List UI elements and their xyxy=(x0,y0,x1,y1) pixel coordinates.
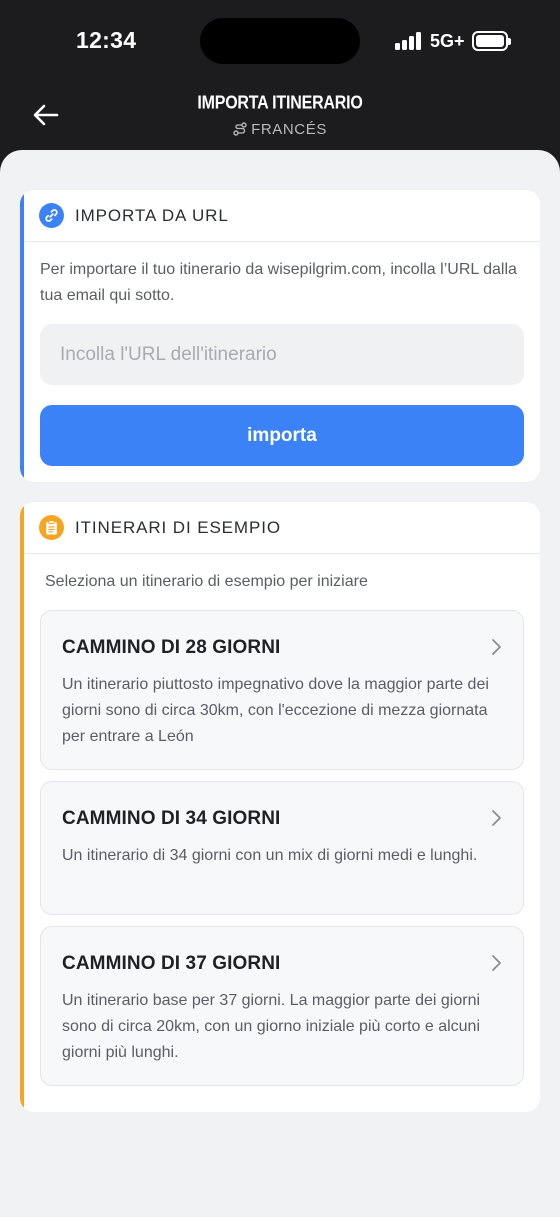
status-time: 12:34 xyxy=(76,27,137,53)
example-itinerary-34[interactable]: CAMMINO DI 34 GIORNI Un itinerario di 34… xyxy=(40,781,524,915)
card-title: ITINERARI DI ESEMPIO xyxy=(75,517,281,537)
battery-icon xyxy=(472,31,511,51)
card-header: ITINERARI DI ESEMPIO xyxy=(20,502,540,554)
nav-header: IMPORTA ITINERARIO FRANCÉS xyxy=(0,84,560,150)
itinerary-description: Un itinerario di 34 giorni con un mix di… xyxy=(62,847,478,864)
import-url-card: IMPORTA DA URL Per importare il tuo itin… xyxy=(20,190,540,482)
page-subtitle: FRANCÉS xyxy=(0,121,560,138)
signal-icon xyxy=(395,32,423,50)
card-accent-bar xyxy=(20,502,24,1112)
chevron-right-icon xyxy=(492,810,501,826)
import-instructions: Per importare il tuo itinerario da wisep… xyxy=(40,261,517,304)
card-title: IMPORTA DA URL xyxy=(75,205,229,225)
itinerary-title: CAMMINO DI 37 GIORNI xyxy=(62,953,281,974)
example-itineraries-card: ITINERARI DI ESEMPIO Seleziona un itiner… xyxy=(20,502,540,1112)
itinerary-description: Un itinerario base per 37 giorni. La mag… xyxy=(62,992,481,1061)
examples-intro: Seleziona un itinerario di esempio per i… xyxy=(45,573,368,590)
network-type: 5G+ xyxy=(430,31,465,51)
card-accent-bar xyxy=(20,190,24,482)
itinerary-title: CAMMINO DI 34 GIORNI xyxy=(62,808,281,829)
page-title: IMPORTA ITINERARIO xyxy=(197,93,363,114)
example-itinerary-28[interactable]: CAMMINO DI 28 GIORNI Un itinerario piutt… xyxy=(40,610,524,770)
card-header: IMPORTA DA URL xyxy=(20,190,540,242)
itinerary-title: CAMMINO DI 28 GIORNI xyxy=(62,637,281,658)
itinerary-description: Un itinerario piuttosto impegnativo dove… xyxy=(62,676,489,745)
dynamic-island xyxy=(200,18,360,64)
chevron-right-icon xyxy=(492,639,501,655)
route-name: FRANCÉS xyxy=(251,121,327,138)
example-itinerary-37[interactable]: CAMMINO DI 37 GIORNI Un itinerario base … xyxy=(40,926,524,1086)
content-sheet: IMPORTA DA URL Per importare il tuo itin… xyxy=(0,150,560,1217)
chevron-right-icon xyxy=(492,955,501,971)
clipboard-icon xyxy=(39,515,64,540)
status-bar: 12:34 5G+ xyxy=(0,0,560,84)
route-icon xyxy=(233,122,247,136)
import-button[interactable]: importa xyxy=(40,405,524,466)
url-input[interactable] xyxy=(40,324,524,385)
link-icon xyxy=(39,203,64,228)
